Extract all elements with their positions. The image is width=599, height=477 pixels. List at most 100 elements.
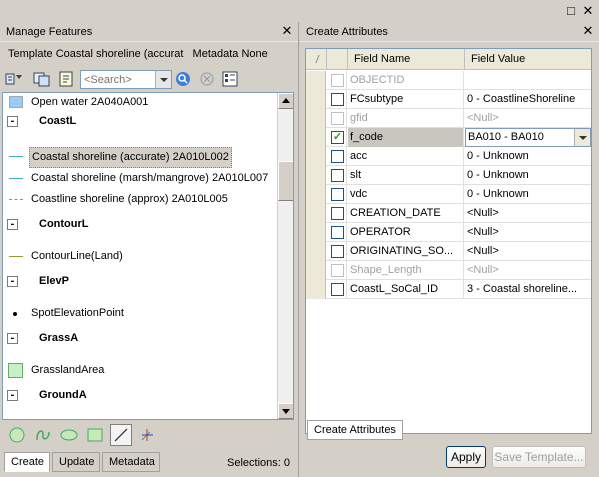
scroll-down-icon[interactable] xyxy=(278,403,293,419)
right-angle-tool-icon[interactable] xyxy=(136,424,158,446)
field-value[interactable]: 0 - Unknown xyxy=(465,166,591,185)
list-item[interactable]: ContourLine(Land) xyxy=(3,247,277,266)
row-selector[interactable] xyxy=(306,242,326,261)
field-value[interactable]: 3 - Coastal shoreline... xyxy=(465,280,591,299)
ellipse-tool-icon[interactable] xyxy=(58,424,80,446)
search-input[interactable] xyxy=(81,71,155,88)
row-selector[interactable] xyxy=(306,71,326,90)
table-row[interactable]: ✓ f_code BA010 - BA010 xyxy=(306,128,591,147)
metadata-label: Metadata None xyxy=(192,48,268,60)
field-value[interactable]: 0 - Unknown xyxy=(465,147,591,166)
row-selector[interactable] xyxy=(306,109,326,128)
row-selector[interactable] xyxy=(306,166,326,185)
group-header[interactable]: - GrassA xyxy=(3,329,277,348)
list-item[interactable]: Coastal shoreline (accurate) 2A010L002 xyxy=(3,147,277,168)
collapse-icon[interactable]: - xyxy=(7,333,18,344)
field-value[interactable]: <Null> xyxy=(465,242,591,261)
organize-templates-icon[interactable] xyxy=(32,70,52,88)
group-header[interactable]: - ElevP xyxy=(3,272,277,291)
checkbox[interactable] xyxy=(331,169,344,182)
checkbox[interactable] xyxy=(331,245,344,258)
tab-create[interactable]: Create xyxy=(4,452,50,472)
vertical-scrollbar[interactable] xyxy=(277,93,293,419)
template-properties-icon[interactable] xyxy=(56,70,76,88)
search-box xyxy=(80,70,172,89)
row-selector[interactable] xyxy=(306,280,326,299)
close-icon[interactable]: ✕ xyxy=(580,3,596,19)
table-row[interactable]: CoastL_SoCal_ID 3 - Coastal shoreline... xyxy=(306,280,591,299)
row-selector[interactable] xyxy=(306,223,326,242)
checkbox[interactable] xyxy=(331,207,344,220)
tab-metadata[interactable]: Metadata xyxy=(102,452,160,472)
checkbox[interactable] xyxy=(331,188,344,201)
row-selector[interactable] xyxy=(306,128,326,147)
field-value[interactable]: 0 - CoastlineShoreline xyxy=(465,90,591,109)
table-row[interactable]: Shape_Length <Null> xyxy=(306,261,591,280)
maximize-icon[interactable]: □ xyxy=(563,3,579,19)
rectangle-tool-icon[interactable] xyxy=(84,424,106,446)
filter-icon[interactable] xyxy=(4,70,24,88)
apply-button[interactable]: Apply xyxy=(446,446,486,468)
field-name: CoastL_SoCal_ID xyxy=(348,280,464,299)
clear-search-icon[interactable] xyxy=(198,70,218,88)
collapse-icon[interactable]: - xyxy=(7,219,18,230)
checkbox[interactable] xyxy=(331,93,344,106)
field-value-header[interactable]: Field Value xyxy=(465,49,591,70)
row-selector[interactable] xyxy=(306,204,326,223)
checkbox[interactable] xyxy=(331,226,344,239)
field-value[interactable]: <Null> xyxy=(465,204,591,223)
field-name: OPERATOR xyxy=(348,223,464,242)
table-row[interactable]: FCsubtype 0 - CoastlineShoreline xyxy=(306,90,591,109)
close-icon[interactable]: ✕ xyxy=(280,24,294,38)
list-item[interactable]: SpotElevationPoint xyxy=(3,304,277,323)
table-row[interactable]: slt 0 - Unknown xyxy=(306,166,591,185)
group-header[interactable]: - GroundA xyxy=(3,386,277,405)
tab-create-attributes[interactable]: Create Attributes xyxy=(307,420,403,440)
table-row[interactable]: gfid <Null> xyxy=(306,109,591,128)
collapse-icon[interactable]: - xyxy=(7,390,18,401)
list-item[interactable]: Coastline shoreline (approx) 2A010L005 xyxy=(3,190,277,209)
freehand-tool-icon[interactable] xyxy=(32,424,54,446)
scroll-up-icon[interactable] xyxy=(278,93,293,109)
table-row[interactable]: OBJECTID xyxy=(306,71,591,90)
row-selector[interactable] xyxy=(306,261,326,280)
table-row[interactable]: acc 0 - Unknown xyxy=(306,147,591,166)
table-row[interactable]: OPERATOR <Null> xyxy=(306,223,591,242)
row-selector[interactable] xyxy=(306,185,326,204)
tab-update[interactable]: Update xyxy=(52,452,100,472)
list-item[interactable]: Coastal shoreline (marsh/mangrove) 2A010… xyxy=(3,169,277,188)
save-template-button[interactable]: Save Template... xyxy=(492,446,586,468)
field-name: CREATION_DATE xyxy=(348,204,464,223)
line-tool-icon[interactable] xyxy=(110,424,132,446)
feature-toolbar xyxy=(2,68,296,92)
field-name: slt xyxy=(348,166,464,185)
checkbox-checked[interactable]: ✓ xyxy=(331,131,344,144)
list-item[interactable]: Open water 2A040A001 xyxy=(3,93,277,112)
table-row[interactable]: ORIGINATING_SO... <Null> xyxy=(306,242,591,261)
close-icon[interactable]: ✕ xyxy=(581,24,595,38)
table-row[interactable]: CREATION_DATE <Null> xyxy=(306,204,591,223)
list-item[interactable]: GrasslandArea xyxy=(3,361,277,380)
collapse-icon[interactable]: - xyxy=(7,276,18,287)
row-selector[interactable] xyxy=(306,90,326,109)
search-icon[interactable] xyxy=(174,70,194,88)
checkbox[interactable] xyxy=(331,283,344,296)
construction-tools xyxy=(2,422,296,448)
polygon-swatch-icon xyxy=(9,96,23,108)
group-header[interactable]: - CoastL xyxy=(3,112,277,131)
chevron-down-icon[interactable] xyxy=(574,129,590,146)
scroll-thumb[interactable] xyxy=(278,161,293,201)
list-view-icon[interactable] xyxy=(220,70,240,88)
chevron-down-icon[interactable] xyxy=(155,71,171,88)
field-name-header[interactable]: Field Name xyxy=(348,49,465,70)
circle-tool-icon[interactable] xyxy=(6,424,28,446)
field-value[interactable]: 0 - Unknown xyxy=(465,185,591,204)
field-value[interactable]: <Null> xyxy=(465,223,591,242)
group-header[interactable]: - ContourL xyxy=(3,215,277,234)
field-value-dropdown[interactable]: BA010 - BA010 xyxy=(465,128,591,147)
collapse-icon[interactable]: - xyxy=(7,116,18,127)
row-selector[interactable] xyxy=(306,147,326,166)
field-value: <Null> xyxy=(467,264,499,276)
checkbox[interactable] xyxy=(331,150,344,163)
table-row[interactable]: vdc 0 - Unknown xyxy=(306,185,591,204)
